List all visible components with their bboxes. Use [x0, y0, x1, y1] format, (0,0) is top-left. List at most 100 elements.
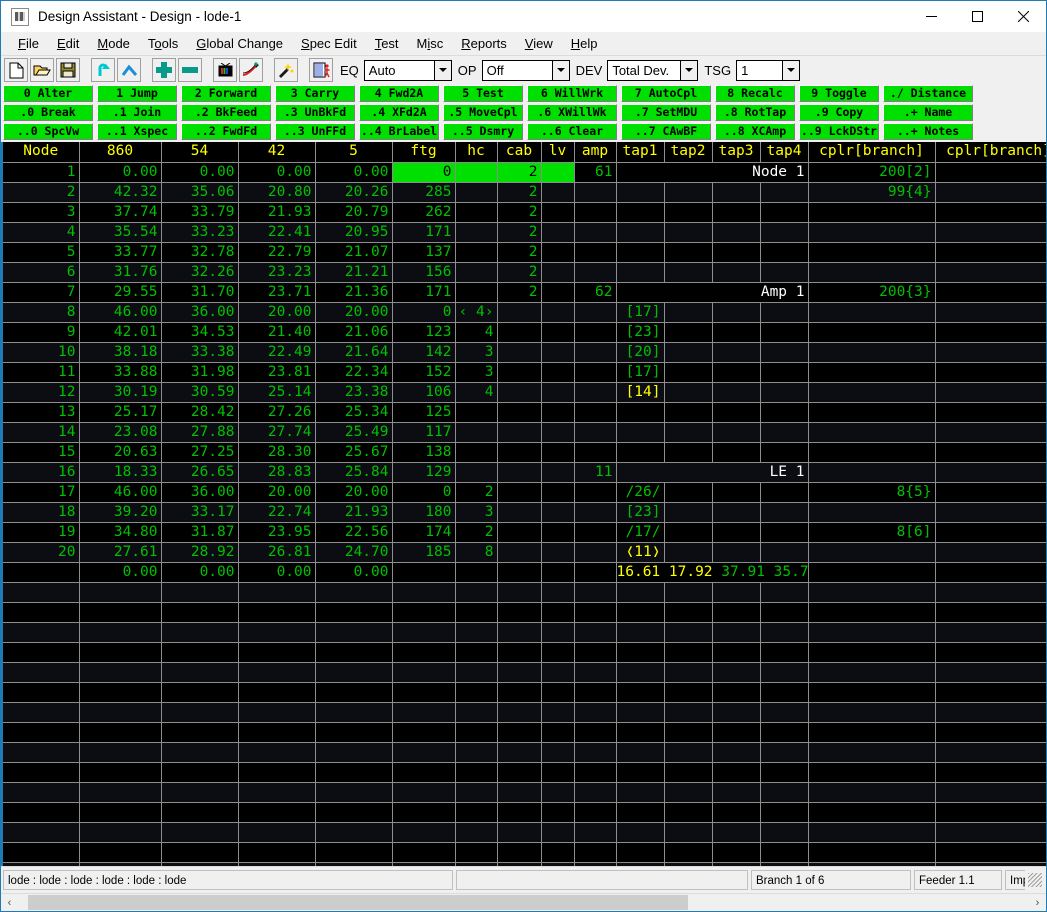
- cell-54[interactable]: 0.00: [161, 162, 239, 183]
- cell-empty[interactable]: [455, 742, 498, 763]
- cell-cplrbranch[interactable]: [935, 482, 1046, 503]
- cell-860[interactable]: 31.76: [79, 262, 162, 283]
- table-row[interactable]: 15 20.63 27.25 28.30 25.67 138: [3, 442, 1046, 463]
- cell-empty[interactable]: [760, 822, 809, 843]
- grid-col-header-12[interactable]: tap3: [712, 142, 761, 163]
- cell-42[interactable]: 25.14: [238, 382, 316, 403]
- chevron-down-icon[interactable]: [680, 60, 698, 80]
- cell-empty[interactable]: [712, 642, 761, 663]
- cell-5[interactable]: 21.93: [315, 502, 393, 523]
- cell-cplrbranch[interactable]: [808, 422, 936, 443]
- cell-empty[interactable]: [616, 862, 665, 866]
- table-row[interactable]: 8 46.00 36.00 20.00 20.00 0 ‹ 4› [17]: [3, 302, 1046, 323]
- cell-empty[interactable]: [79, 642, 162, 663]
- cell-54[interactable]: 34.53: [161, 322, 239, 343]
- scrollbar-track[interactable]: [18, 895, 1029, 910]
- cell-empty[interactable]: [712, 662, 761, 683]
- cell-cab[interactable]: [497, 482, 542, 503]
- cell-empty[interactable]: [808, 602, 936, 623]
- cell-node[interactable]: 10: [3, 342, 80, 363]
- cell-empty[interactable]: [760, 642, 809, 663]
- cell-empty[interactable]: [935, 682, 1046, 703]
- cell-empty[interactable]: [808, 582, 936, 603]
- cell-empty[interactable]: [616, 842, 665, 863]
- grid-col-header-10[interactable]: tap1: [616, 142, 665, 163]
- cell-tap-values[interactable]: 16.61 17.92 37.91 35.70: [616, 562, 809, 583]
- fkey-row3-2[interactable]: ..2 FwdFd: [181, 123, 271, 140]
- new-document-icon[interactable]: [4, 58, 28, 82]
- cell-empty[interactable]: [574, 762, 617, 783]
- horizontal-scrollbar[interactable]: ‹ ›: [1, 893, 1046, 911]
- cell-amp[interactable]: [574, 302, 617, 323]
- cell-tap3[interactable]: [712, 482, 761, 503]
- cell-cplrbranch[interactable]: [808, 562, 936, 583]
- cell-tap3[interactable]: [712, 542, 761, 563]
- cell-empty[interactable]: [79, 602, 162, 623]
- cell-54[interactable]: 28.42: [161, 402, 239, 423]
- cell-42[interactable]: 27.74: [238, 422, 316, 443]
- cell-hc[interactable]: 4: [455, 322, 498, 343]
- cell-empty[interactable]: [616, 782, 665, 803]
- cell-empty[interactable]: [455, 782, 498, 803]
- cell-cab[interactable]: [497, 402, 542, 423]
- cell-empty[interactable]: [315, 622, 393, 643]
- cell-860[interactable]: 30.19: [79, 382, 162, 403]
- cell-cab[interactable]: 2: [497, 162, 542, 183]
- cell-node[interactable]: 14: [3, 422, 80, 443]
- cell-cplrbranch[interactable]: [935, 462, 1046, 483]
- cell-empty[interactable]: [315, 782, 393, 803]
- cell-empty[interactable]: [616, 662, 665, 683]
- cell-cab[interactable]: [497, 562, 542, 583]
- cell-cplrbranch[interactable]: [808, 402, 936, 423]
- grid-col-header-0[interactable]: Node: [3, 142, 80, 163]
- cell-empty[interactable]: [3, 742, 80, 763]
- cell-42[interactable]: 26.81: [238, 542, 316, 563]
- cell-empty[interactable]: [664, 682, 713, 703]
- cell-amp[interactable]: [574, 362, 617, 383]
- cell-empty[interactable]: [161, 582, 239, 603]
- cell-tap4[interactable]: [760, 422, 809, 443]
- cell-cab[interactable]: [497, 422, 542, 443]
- cell-cplrbranch[interactable]: [935, 542, 1046, 563]
- fkey-row3-0[interactable]: ..0 SpcVw: [3, 123, 93, 140]
- cell-empty[interactable]: [238, 582, 316, 603]
- cell-tap2[interactable]: [664, 542, 713, 563]
- cell-5[interactable]: 20.95: [315, 222, 393, 243]
- cell-tap2[interactable]: [664, 182, 713, 203]
- cell-cplrbranch[interactable]: [935, 362, 1046, 383]
- cell-tap2[interactable]: [664, 482, 713, 503]
- table-row[interactable]: 9 42.01 34.53 21.40 21.06 123 4 [23]: [3, 322, 1046, 343]
- table-row-empty[interactable]: [3, 602, 1046, 623]
- cell-lv[interactable]: [541, 502, 575, 523]
- cell-empty[interactable]: [664, 702, 713, 723]
- cell-empty[interactable]: [392, 822, 456, 843]
- cell-node[interactable]: 12: [3, 382, 80, 403]
- chevron-left-icon[interactable]: ‹: [1, 895, 18, 910]
- cell-empty[interactable]: [712, 582, 761, 603]
- cell-node[interactable]: 16: [3, 462, 80, 483]
- fkey-row2-10[interactable]: .+ Name: [883, 104, 973, 121]
- cell-lv[interactable]: [541, 342, 575, 363]
- cell-empty[interactable]: [760, 842, 809, 863]
- cell-empty[interactable]: [455, 722, 498, 743]
- cell-54[interactable]: 30.59: [161, 382, 239, 403]
- cell-lv[interactable]: [541, 362, 575, 383]
- cell-empty[interactable]: [664, 622, 713, 643]
- cell-empty[interactable]: [79, 802, 162, 823]
- cell-empty[interactable]: [497, 702, 542, 723]
- cell-tap4[interactable]: [760, 442, 809, 463]
- cell-cplrbranch[interactable]: 8{5}: [808, 482, 936, 503]
- cell-empty[interactable]: [161, 702, 239, 723]
- cell-860[interactable]: 33.77: [79, 242, 162, 263]
- cell-node[interactable]: 20: [3, 542, 80, 563]
- cell-tap1[interactable]: [23]: [616, 322, 665, 343]
- cell-empty[interactable]: [541, 622, 575, 643]
- cell-empty[interactable]: [712, 762, 761, 783]
- cell-node[interactable]: 9: [3, 322, 80, 343]
- table-row[interactable]: 10 38.18 33.38 22.49 21.64 142 3 [20]: [3, 342, 1046, 363]
- table-row[interactable]: 3 37.74 33.79 21.93 20.79 262 2: [3, 202, 1046, 223]
- cell-empty[interactable]: [808, 782, 936, 803]
- cell-empty[interactable]: [574, 822, 617, 843]
- cell-empty[interactable]: [315, 582, 393, 603]
- cell-42[interactable]: 20.00: [238, 302, 316, 323]
